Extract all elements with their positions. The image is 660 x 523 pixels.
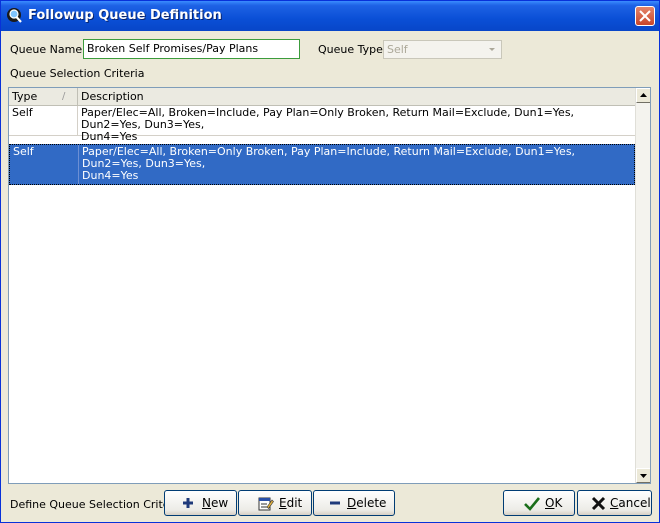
edit-button[interactable]: Edit: [238, 490, 312, 516]
cell-type: Self: [10, 145, 79, 184]
cell-type: Self: [9, 106, 78, 135]
delete-button[interactable]: Delete: [313, 490, 395, 516]
checkmark-icon: [524, 496, 541, 514]
new-button[interactable]: New: [164, 490, 237, 516]
queue-search-icon: [6, 7, 24, 25]
arrow-down-icon: [640, 474, 647, 478]
criteria-grid[interactable]: Type / Description Self Paper/Elec=All, …: [8, 87, 651, 484]
window-title: Followup Queue Definition: [28, 8, 222, 23]
column-header-description[interactable]: Description: [78, 88, 635, 105]
queue-name-label: Queue Name: [10, 43, 83, 56]
grid-header: Type / Description: [9, 88, 635, 106]
table-row[interactable]: Self Paper/Elec=All, Broken=Include, Pay…: [9, 106, 635, 143]
cell-description: Paper/Elec=All, Broken=Only Broken, Pay …: [82, 145, 576, 182]
x-cancel-icon: [591, 496, 606, 514]
edit-document-icon: [258, 496, 274, 514]
queue-name-input[interactable]: Broken Self Promises/Pay Plans: [83, 39, 300, 59]
scroll-down-button[interactable]: [636, 468, 650, 483]
column-header-type[interactable]: Type /: [9, 88, 78, 105]
cell-description: Paper/Elec=All, Broken=Include, Pay Plan…: [81, 106, 575, 143]
chevron-down-icon: [484, 42, 500, 57]
sort-indicator-icon: /: [62, 91, 66, 102]
criteria-section-label: Queue Selection Criteria: [10, 67, 145, 80]
queue-type-value: Self: [387, 43, 408, 56]
close-x-icon: [639, 10, 651, 22]
ok-button[interactable]: OK: [503, 490, 575, 516]
arrow-up-icon: [640, 93, 647, 97]
vertical-scrollbar[interactable]: [635, 88, 650, 483]
minus-icon: [329, 497, 341, 512]
table-row-selected[interactable]: Self Paper/Elec=All, Broken=Only Broken,…: [9, 144, 635, 185]
close-button[interactable]: [635, 6, 655, 26]
dialog-window: Followup Queue Definition Queue Name Bro…: [0, 0, 660, 523]
plus-icon: [182, 497, 194, 512]
scroll-up-button[interactable]: [636, 88, 650, 103]
queue-type-label: Queue Type: [318, 43, 383, 56]
queue-type-select[interactable]: Self: [383, 40, 502, 59]
title-bar[interactable]: Followup Queue Definition: [1, 1, 659, 31]
cancel-button[interactable]: Cancel: [577, 490, 652, 516]
define-criteria-label: Define Queue Selection Criteria: [10, 498, 184, 511]
